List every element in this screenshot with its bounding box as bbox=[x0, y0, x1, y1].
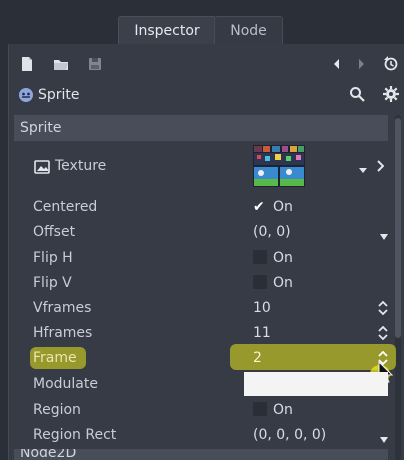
checkbox-unchecked-icon bbox=[253, 275, 267, 289]
region-label: Region bbox=[33, 402, 81, 418]
flip-v-value: On bbox=[273, 275, 293, 291]
hframes-label: Hframes bbox=[33, 325, 93, 341]
vframes-value[interactable]: 10 bbox=[253, 298, 271, 318]
centered-label: Centered bbox=[33, 199, 98, 215]
offset-dropdown-icon[interactable] bbox=[380, 229, 388, 240]
save-icon[interactable] bbox=[86, 55, 104, 73]
flip-v-label: Flip V bbox=[33, 275, 72, 291]
tab-node[interactable]: Node bbox=[214, 16, 283, 45]
section-header-node2d-label: Node2D bbox=[20, 449, 77, 460]
modulate-label: Modulate bbox=[33, 376, 98, 392]
offset-label: Offset bbox=[33, 224, 76, 240]
history-back-icon[interactable] bbox=[328, 55, 346, 73]
region-rect-value[interactable]: (0, 0, 0, 0) bbox=[253, 425, 326, 445]
region-checkbox[interactable]: On bbox=[253, 400, 293, 420]
checkbox-unchecked-icon bbox=[253, 250, 267, 264]
history-forward-icon[interactable] bbox=[352, 55, 370, 73]
section-header-sprite[interactable]: Sprite bbox=[14, 115, 388, 141]
open-folder-icon[interactable] bbox=[52, 55, 70, 73]
frame-value[interactable]: 2 bbox=[253, 348, 262, 368]
check-icon: ✔ bbox=[253, 199, 265, 215]
texture-icon bbox=[33, 158, 51, 176]
vframes-spinner-icon[interactable] bbox=[378, 300, 388, 316]
new-file-icon[interactable] bbox=[18, 55, 36, 73]
region-value: On bbox=[273, 402, 293, 418]
region-rect-dropdown-icon[interactable] bbox=[380, 432, 388, 443]
tab-inspector[interactable]: Inspector bbox=[118, 16, 216, 45]
flip-h-value: On bbox=[273, 250, 293, 266]
offset-value[interactable]: (0, 0) bbox=[253, 222, 291, 242]
texture-expand-icon[interactable] bbox=[376, 160, 385, 172]
centered-value: On bbox=[273, 199, 293, 215]
texture-label: Texture bbox=[55, 158, 107, 174]
settings-icon[interactable] bbox=[382, 85, 400, 103]
scrollbar-thumb[interactable] bbox=[395, 118, 401, 338]
search-icon[interactable] bbox=[348, 85, 366, 103]
hframes-spinner-icon[interactable] bbox=[378, 325, 388, 341]
hframes-value[interactable]: 11 bbox=[253, 323, 271, 343]
section-header-node2d[interactable]: Node2D bbox=[14, 449, 388, 460]
flip-h-label: Flip H bbox=[33, 250, 73, 266]
checkbox-unchecked-icon bbox=[253, 402, 267, 416]
texture-preview[interactable] bbox=[253, 145, 305, 187]
region-rect-label: Region Rect bbox=[33, 427, 117, 443]
flip-h-checkbox[interactable]: On bbox=[253, 248, 293, 268]
history-icon[interactable] bbox=[382, 55, 400, 73]
object-name: Sprite bbox=[38, 87, 80, 103]
centered-checkbox[interactable]: ✔ On bbox=[253, 197, 293, 217]
frame-label: Frame bbox=[33, 350, 77, 366]
vframes-label: Vframes bbox=[33, 300, 92, 316]
sprite-node-icon bbox=[17, 86, 35, 104]
modulate-color-swatch[interactable] bbox=[244, 372, 388, 396]
texture-dropdown-icon[interactable] bbox=[358, 162, 368, 173]
flip-v-checkbox[interactable]: On bbox=[253, 273, 293, 293]
